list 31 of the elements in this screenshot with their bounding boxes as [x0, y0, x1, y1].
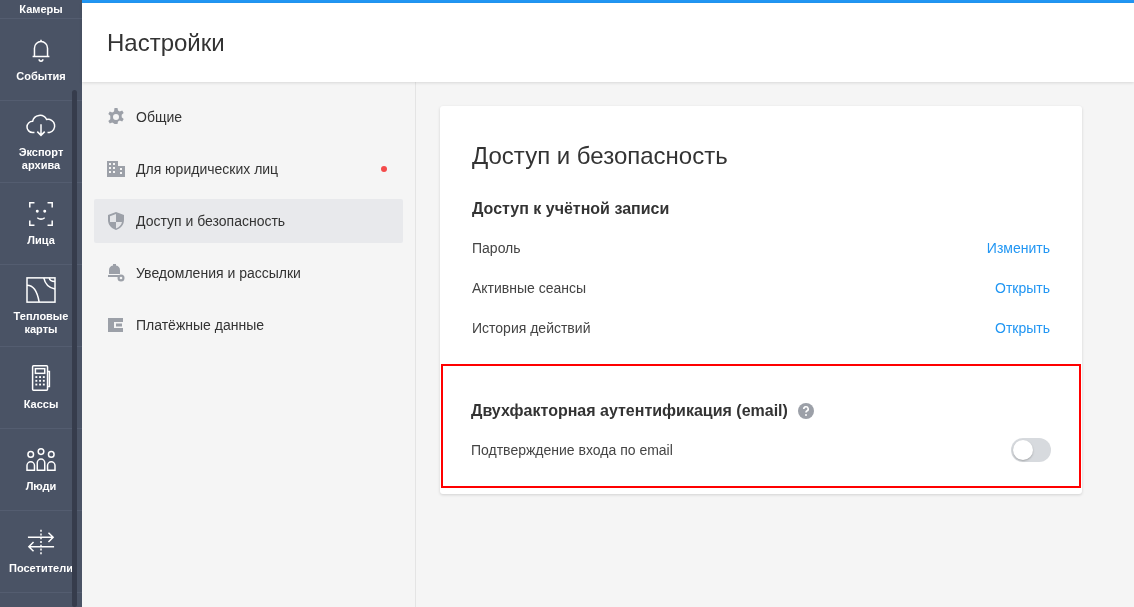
- setting-label: Подтверждение входа по email: [471, 442, 673, 458]
- settings-menu-item[interactable]: Общие: [94, 95, 403, 139]
- nav-item[interactable]: Тепловые карты: [8, 309, 74, 336]
- wallet-icon: [106, 315, 126, 335]
- setting-label: Активные сеансы: [472, 280, 587, 296]
- settings-menu-item[interactable]: Уведомления и рассылки: [94, 251, 403, 295]
- building-icon: [106, 159, 126, 179]
- page-title: Настройки: [107, 28, 225, 57]
- people-icon[interactable]: [25, 446, 57, 474]
- nav-item[interactable]: Люди: [8, 480, 74, 493]
- nav-item[interactable]: События: [8, 70, 74, 83]
- help-icon[interactable]: [797, 403, 814, 419]
- nav-item[interactable]: Кассы: [8, 398, 74, 411]
- bell-gear-icon: [106, 263, 126, 283]
- setting-label: История действий: [472, 320, 591, 336]
- section-heading: Двухфакторная аутентификация (email): [471, 402, 788, 420]
- gear-icon: [106, 107, 126, 127]
- shield-icon: [106, 211, 126, 231]
- nav-item[interactable]: Экспорт архива: [8, 145, 74, 172]
- map-icon[interactable]: [25, 275, 57, 304]
- nav-item[interactable]: Камеры: [8, 2, 74, 16]
- card-title: Доступ и безопасность: [472, 142, 729, 170]
- nav-item[interactable]: Посетители: [8, 562, 74, 575]
- arrows-icon[interactable]: [25, 528, 57, 556]
- setting-label: Пароль: [472, 240, 521, 256]
- settings-menu-item[interactable]: Доступ и безопасность: [94, 199, 403, 243]
- settings-menu-item[interactable]: Для юридических лиц: [94, 147, 403, 191]
- settings-menu-item[interactable]: Платёжные данные: [94, 303, 403, 347]
- nav-item[interactable]: Лица: [8, 234, 74, 247]
- section-heading: Доступ к учётной записи: [472, 200, 671, 218]
- toggle-switch[interactable]: [1011, 438, 1051, 462]
